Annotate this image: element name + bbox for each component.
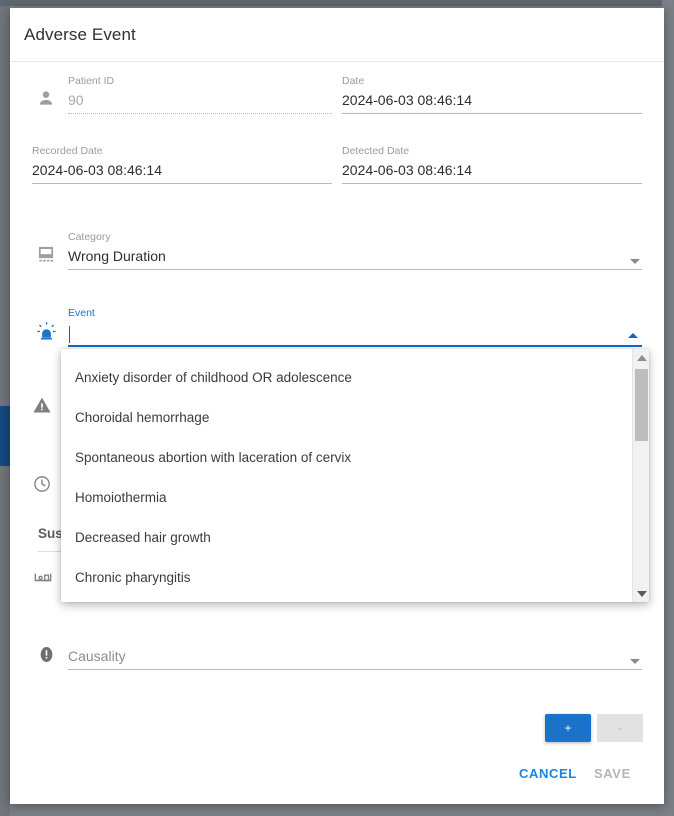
field-patient-id[interactable]: Patient ID 90	[32, 75, 332, 114]
event-option-list[interactable]: Anxiety disorder of childhood OR adolesc…	[61, 349, 632, 602]
event-input[interactable]	[68, 324, 642, 345]
category-label: Category	[68, 231, 111, 243]
field-detected-date[interactable]: Detected Date 2024-06-03 08:46:14	[342, 145, 642, 184]
event-label: Event	[68, 307, 95, 319]
date-label: Date	[342, 75, 365, 87]
add-button[interactable]: +	[545, 714, 591, 742]
patient-id-underline	[68, 113, 332, 114]
save-button[interactable]: SAVE	[586, 760, 639, 787]
dropdown-scrollbar[interactable]	[632, 349, 649, 602]
device-icon	[32, 567, 54, 587]
field-event[interactable]: Event	[32, 307, 642, 347]
backdrop-sidebar-strip-lower	[0, 466, 10, 816]
recorded-date-underline	[32, 183, 332, 184]
cancel-button[interactable]: CANCEL	[511, 760, 585, 787]
row-recorded-detected: Recorded Date 2024-06-03 08:46:14 Detect…	[32, 145, 642, 184]
remove-button[interactable]: -	[597, 714, 643, 742]
recorded-date-input[interactable]: 2024-06-03 08:46:14	[32, 162, 332, 183]
list-item[interactable]: Spontaneous abortion with laceration of …	[61, 437, 632, 477]
row-event: Event	[32, 307, 642, 347]
scroll-down-arrow-icon[interactable]	[633, 585, 649, 602]
row-patient-date: Patient ID 90 Date 2024-06-03 08:46:14	[32, 75, 642, 114]
date-underline	[342, 113, 642, 114]
field-category[interactable]: Category Wrong Duration	[32, 231, 642, 270]
date-body: Date 2024-06-03 08:46:14	[342, 75, 642, 114]
row-causality: Causality	[32, 640, 642, 670]
category-select-value[interactable]: Wrong Duration	[68, 248, 642, 269]
error-icon	[32, 640, 60, 668]
patient-id-body: Patient ID 90	[68, 75, 332, 114]
clock-icon	[32, 474, 52, 494]
list-item[interactable]: Choroidal hemorrhage	[61, 397, 632, 437]
detected-date-body: Detected Date 2024-06-03 08:46:14	[342, 145, 642, 184]
backdrop-sidebar-active-item	[0, 406, 10, 466]
person-icon	[32, 84, 60, 112]
siren-icon	[32, 317, 60, 345]
category-body: Category Wrong Duration	[68, 231, 642, 270]
backdrop-top-bar	[0, 0, 674, 6]
scroll-up-arrow-icon[interactable]	[633, 349, 649, 366]
adverse-event-dialog: Adverse Event Patient ID 90 Date 2024-06…	[10, 8, 664, 804]
chevron-up-icon[interactable]	[628, 333, 638, 338]
patient-id-input: 90	[68, 92, 84, 108]
causality-body: Causality	[68, 648, 642, 670]
causality-underline	[68, 669, 642, 670]
chevron-down-icon[interactable]	[630, 659, 640, 664]
row-category: Category Wrong Duration	[32, 231, 642, 270]
date-input[interactable]: 2024-06-03 08:46:14	[342, 92, 642, 113]
list-item[interactable]: Decreased hair growth	[61, 517, 632, 557]
list-item[interactable]: Chronic pharyngitis	[61, 557, 632, 597]
detected-date-underline	[342, 183, 642, 184]
detected-date-input[interactable]: 2024-06-03 08:46:14	[342, 162, 642, 183]
list-item[interactable]: Homoiothermia	[61, 477, 632, 517]
text-cursor	[69, 326, 70, 343]
list-item[interactable]: Anxiety disorder of childhood OR adolesc…	[61, 357, 632, 397]
dialog-header: Adverse Event	[10, 8, 664, 62]
dialog-body: Patient ID 90 Date 2024-06-03 08:46:14 R…	[10, 62, 664, 804]
event-underline	[68, 345, 642, 347]
chevron-down-icon[interactable]	[630, 259, 640, 264]
patient-id-label: Patient ID	[68, 75, 115, 87]
field-causality[interactable]: Causality	[32, 640, 642, 670]
event-dropdown-panel[interactable]: Anxiety disorder of childhood OR adolesc…	[61, 349, 649, 602]
scrollbar-thumb[interactable]	[635, 369, 648, 441]
field-date[interactable]: Date 2024-06-03 08:46:14	[342, 75, 642, 114]
category-underline	[68, 269, 642, 270]
recorded-date-body: Recorded Date 2024-06-03 08:46:14	[32, 145, 332, 184]
backdrop-sidebar-strip-upper	[0, 6, 10, 406]
class-icon	[32, 240, 60, 268]
event-body: Event	[68, 307, 642, 347]
field-recorded-date[interactable]: Recorded Date 2024-06-03 08:46:14	[32, 145, 332, 184]
warning-triangle-icon	[32, 395, 52, 415]
causality-placeholder: Causality	[68, 648, 126, 664]
recorded-date-label: Recorded Date	[32, 145, 103, 157]
page-title: Adverse Event	[24, 24, 136, 44]
detected-date-label: Detected Date	[342, 145, 410, 157]
